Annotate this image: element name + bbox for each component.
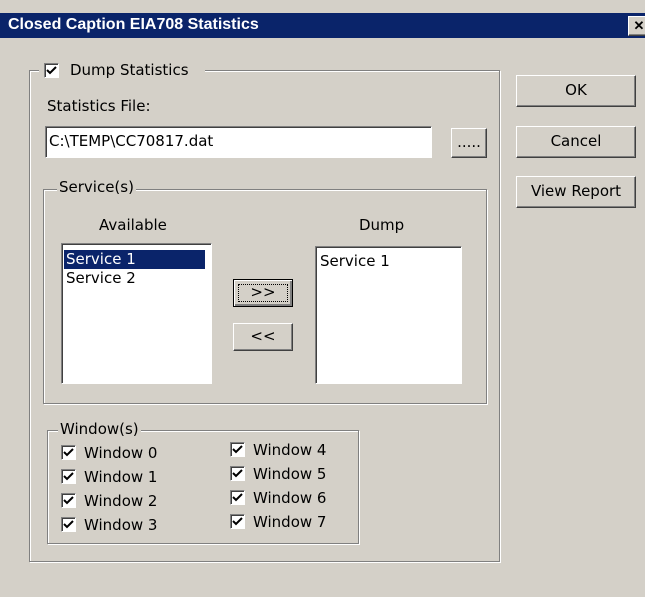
statistics-file-input[interactable]: C:\TEMP\CC70817.dat bbox=[45, 126, 432, 158]
cancel-label: Cancel bbox=[550, 132, 602, 150]
dump-services-list[interactable]: Service 1 bbox=[315, 246, 462, 384]
close-icon: ✕ bbox=[633, 18, 645, 33]
window-3-checkbox[interactable] bbox=[61, 517, 76, 532]
window-1-checkbox[interactable] bbox=[61, 469, 76, 484]
window-4-label: Window 4 bbox=[253, 441, 327, 459]
checkmark-icon bbox=[63, 448, 74, 457]
dump-service-item[interactable]: Service 1 bbox=[318, 252, 455, 271]
dialog-window: Closed Caption EIA708 Statistics ✕ Dump … bbox=[0, 0, 645, 597]
window-5-checkbox[interactable] bbox=[230, 466, 245, 481]
dialog-title: Closed Caption EIA708 Statistics bbox=[8, 16, 259, 33]
window-0-checkbox[interactable] bbox=[61, 445, 76, 460]
available-header: Available bbox=[99, 216, 167, 234]
view-report-label: View Report bbox=[530, 182, 622, 200]
available-service-item[interactable]: Service 2 bbox=[64, 269, 205, 288]
view-report-button[interactable]: View Report bbox=[516, 176, 636, 208]
checkmark-icon bbox=[46, 66, 57, 75]
window-3-label: Window 3 bbox=[84, 516, 158, 534]
cancel-button[interactable]: Cancel bbox=[516, 126, 636, 158]
window-6-checkbox[interactable] bbox=[230, 490, 245, 505]
dump-statistics-label: Dump Statistics bbox=[70, 61, 189, 79]
window-1-label: Window 1 bbox=[84, 468, 158, 486]
dump-statistics-checkbox[interactable] bbox=[44, 63, 59, 78]
close-button[interactable]: ✕ bbox=[628, 16, 645, 36]
window-7-label: Window 7 bbox=[253, 513, 327, 531]
window-6-label: Window 6 bbox=[253, 489, 327, 507]
available-services-list[interactable]: Service 1 Service 2 bbox=[61, 243, 212, 384]
dump-header: Dump bbox=[359, 216, 405, 234]
windows-legend: Window(s) bbox=[58, 420, 141, 438]
window-4-checkbox[interactable] bbox=[230, 442, 245, 457]
focus-indicator bbox=[238, 284, 288, 302]
checkmark-icon bbox=[232, 493, 243, 502]
ok-button[interactable]: OK bbox=[516, 75, 636, 107]
window-2-checkbox[interactable] bbox=[61, 493, 76, 508]
checkmark-icon bbox=[232, 517, 243, 526]
browse-file-label: ..... bbox=[457, 133, 481, 151]
checkmark-icon bbox=[63, 472, 74, 481]
window-0-label: Window 0 bbox=[84, 444, 158, 462]
checkmark-icon bbox=[232, 469, 243, 478]
checkmark-icon bbox=[232, 445, 243, 454]
statistics-file-label: Statistics File: bbox=[47, 97, 151, 115]
remove-service-button[interactable]: << bbox=[233, 323, 293, 351]
dump-statistics-legend: Dump Statistics bbox=[39, 60, 205, 82]
add-service-button[interactable]: >> bbox=[233, 279, 293, 307]
ok-label: OK bbox=[565, 81, 587, 99]
statistics-file-value: C:\TEMP\CC70817.dat bbox=[49, 132, 214, 150]
services-legend: Service(s) bbox=[57, 178, 136, 196]
window-7-checkbox[interactable] bbox=[230, 514, 245, 529]
window-2-label: Window 2 bbox=[84, 492, 158, 510]
available-service-item[interactable]: Service 1 bbox=[64, 250, 205, 269]
window-5-label: Window 5 bbox=[253, 465, 327, 483]
browse-file-button[interactable]: ..... bbox=[451, 128, 487, 158]
checkmark-icon bbox=[63, 496, 74, 505]
remove-service-label: << bbox=[250, 327, 276, 345]
title-bar[interactable]: Closed Caption EIA708 Statistics ✕ bbox=[0, 13, 645, 38]
checkmark-icon bbox=[63, 520, 74, 529]
